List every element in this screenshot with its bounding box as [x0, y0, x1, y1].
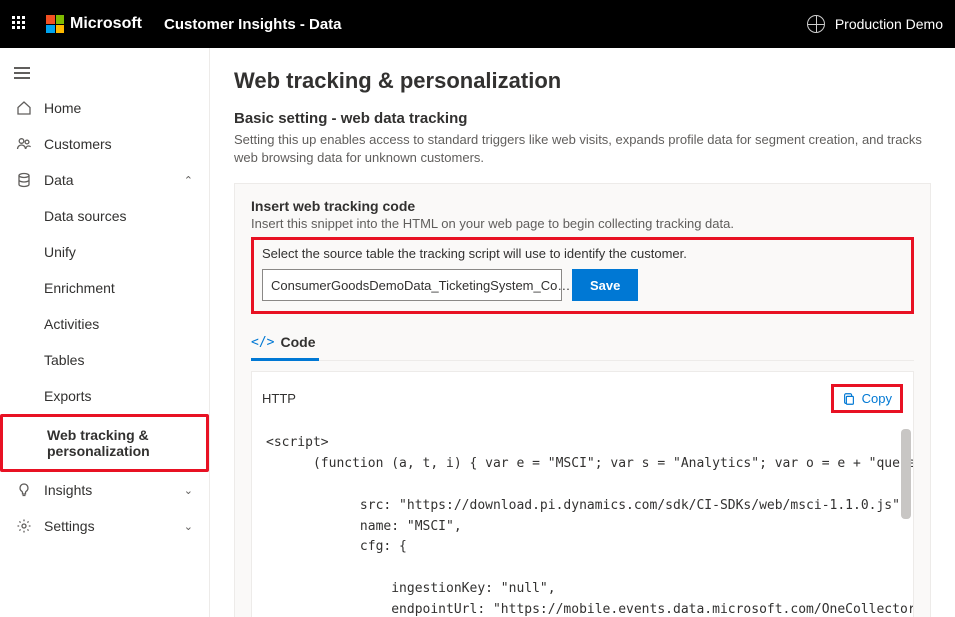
sidebar-item-tables[interactable]: Tables [0, 342, 209, 378]
page-title: Web tracking & personalization [234, 68, 931, 94]
code-tabs: </> Code [251, 326, 914, 361]
environment-label[interactable]: Production Demo [835, 16, 943, 32]
microsoft-wordmark: Microsoft [70, 15, 142, 33]
sidebar-item-label: Settings [44, 518, 95, 534]
sidebar-item-label: Insights [44, 482, 92, 498]
sidebar-item-label: Customers [44, 136, 112, 152]
microsoft-logo: Microsoft [46, 15, 142, 33]
sidebar-item-label: Data sources [44, 208, 126, 224]
database-icon [16, 172, 32, 188]
copy-button[interactable]: Copy [842, 391, 892, 406]
sidebar-item-unify[interactable]: Unify [0, 234, 209, 270]
sidebar-item-label: Web tracking & personalization [47, 427, 190, 459]
app-launcher-icon[interactable] [12, 16, 28, 32]
home-icon [16, 100, 32, 116]
sidebar-item-web-tracking[interactable]: Web tracking & personalization [0, 414, 209, 472]
section-title: Basic setting - web data tracking [234, 110, 931, 127]
copy-label: Copy [862, 391, 892, 406]
sidebar-item-settings[interactable]: Settings ⌄ [0, 508, 209, 544]
sidebar-item-label: Enrichment [44, 280, 115, 296]
section-description: Setting this up enables access to standa… [234, 131, 931, 167]
sidebar-item-label: Data [44, 172, 74, 188]
basic-setting-section: Basic setting - web data tracking Settin… [234, 110, 931, 617]
globe-icon[interactable] [807, 15, 825, 33]
people-icon [16, 136, 32, 152]
lightbulb-icon [16, 482, 32, 498]
code-icon: </> [251, 335, 274, 350]
sidebar: Home Customers Data ⌃ Data sources Unify… [0, 48, 210, 617]
sidebar-item-home[interactable]: Home [0, 90, 209, 126]
tab-code[interactable]: </> Code [251, 326, 319, 361]
microsoft-squares-icon [46, 15, 64, 33]
sidebar-item-data[interactable]: Data ⌃ [0, 162, 209, 198]
code-block: HTTP Copy <script> (function (a, t, i) {… [251, 371, 914, 617]
source-table-dropdown[interactable]: ConsumerGoodsDemoData_TicketingSystem_Co… [262, 269, 562, 301]
app-title: Customer Insights - Data [164, 16, 342, 33]
vertical-scrollbar-thumb[interactable] [901, 429, 911, 519]
card-title: Insert web tracking code [251, 198, 914, 214]
top-bar: Microsoft Customer Insights - Data Produ… [0, 0, 955, 48]
chevron-down-icon: ⌄ [184, 484, 193, 497]
sidebar-item-label: Activities [44, 316, 99, 332]
sidebar-item-label: Unify [44, 244, 76, 260]
tab-label: Code [280, 334, 315, 350]
tracking-code-card: Insert web tracking code Insert this sni… [234, 183, 931, 617]
sidebar-item-label: Tables [44, 352, 84, 368]
sidebar-toggle[interactable] [0, 56, 209, 90]
save-button[interactable]: Save [572, 269, 638, 301]
sidebar-item-activities[interactable]: Activities [0, 306, 209, 342]
sidebar-item-customers[interactable]: Customers [0, 126, 209, 162]
card-hint: Insert this snippet into the HTML on you… [251, 216, 914, 231]
dropdown-value: ConsumerGoodsDemoData_TicketingSystem_Co… [271, 278, 570, 293]
main-content: Web tracking & personalization Basic set… [210, 48, 955, 617]
sidebar-item-exports[interactable]: Exports [0, 378, 209, 414]
sidebar-item-enrichment[interactable]: Enrichment [0, 270, 209, 306]
code-text: <script> (function (a, t, i) { var e = "… [266, 433, 899, 617]
chevron-up-icon: ⌃ [184, 174, 193, 187]
sidebar-item-label: Home [44, 100, 81, 116]
vertical-scrollbar[interactable] [901, 427, 911, 617]
sidebar-item-insights[interactable]: Insights ⌄ [0, 472, 209, 508]
source-table-row: Select the source table the tracking scr… [251, 237, 914, 314]
source-table-label: Select the source table the tracking scr… [262, 246, 903, 261]
copy-icon [842, 392, 856, 406]
chevron-down-icon: ⌄ [184, 520, 193, 533]
code-language-label: HTTP [262, 391, 296, 406]
sidebar-item-data-sources[interactable]: Data sources [0, 198, 209, 234]
code-body[interactable]: <script> (function (a, t, i) { var e = "… [252, 425, 913, 617]
sidebar-item-label: Exports [44, 388, 91, 404]
gear-icon [16, 518, 32, 534]
